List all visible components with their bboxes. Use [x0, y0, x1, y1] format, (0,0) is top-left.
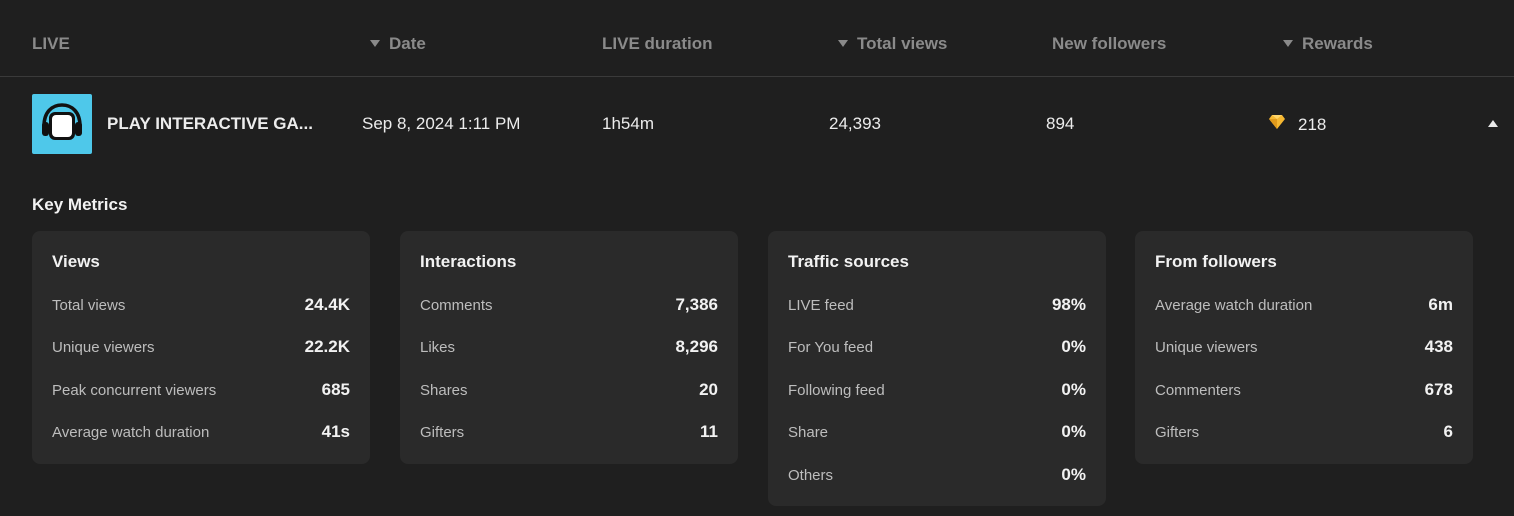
metric-value: 0%: [1061, 380, 1086, 399]
metric-value: 0%: [1061, 422, 1086, 441]
metric-value: 22.2K: [304, 337, 350, 356]
sort-down-icon[interactable]: [1283, 39, 1293, 47]
card-title: Traffic sources: [788, 252, 909, 271]
metric-label: Shares: [420, 381, 468, 399]
header-label: LIVE duration: [602, 34, 713, 53]
header-rewards[interactable]: Rewards: [1283, 34, 1373, 54]
metric-value: 0%: [1061, 465, 1086, 484]
metric-row: Share 0%: [788, 420, 1086, 444]
metric-row: Comments 7,386: [420, 293, 718, 317]
metric-label: LIVE feed: [788, 296, 854, 314]
live-new-followers: 894: [1046, 114, 1075, 133]
header-label[interactable]: Total views: [857, 34, 947, 54]
interactions-card: Interactions Comments 7,386 Likes 8,296 …: [400, 231, 738, 464]
metric-row: Commenters 678: [1155, 378, 1453, 402]
metric-row: Others 0%: [788, 463, 1086, 487]
metric-value: 438: [1424, 337, 1453, 356]
metric-label: Following feed: [788, 381, 885, 399]
metric-label: Unique viewers: [1155, 338, 1258, 356]
metric-label: Others: [788, 466, 834, 484]
header-total-views[interactable]: Total views: [838, 34, 947, 54]
metric-row: Shares 20: [420, 378, 718, 402]
table-header: LIVE Date LIVE duration Total views New …: [0, 0, 1514, 77]
from-followers-card: From followers Average watch duration 6m…: [1135, 231, 1473, 464]
header-new-followers: New followers: [1052, 34, 1166, 54]
card-title: Interactions: [420, 252, 517, 271]
metric-value: 678: [1424, 380, 1453, 399]
header-label[interactable]: Date: [389, 34, 426, 54]
chevron-up-icon[interactable]: [1488, 120, 1498, 127]
metric-label: Average watch duration: [1155, 296, 1313, 314]
metric-label: Gifters: [1155, 423, 1200, 441]
metric-value: 24.4K: [304, 295, 350, 314]
header-label: LIVE: [32, 34, 70, 53]
headphones-icon: [42, 103, 82, 140]
metric-value: 98%: [1051, 295, 1086, 314]
key-metrics-title: Key Metrics: [32, 195, 128, 214]
metric-label: Average watch duration: [52, 423, 210, 441]
metric-row: Gifters 6: [1155, 420, 1453, 444]
live-duration: 1h54m: [602, 114, 654, 133]
metric-row: Average watch duration 6m: [1155, 293, 1453, 317]
metric-label: Gifters: [420, 423, 465, 441]
live-session-row[interactable]: PLAY INTERACTIVE GA... Sep 8, 2024 1:11 …: [0, 78, 1514, 170]
metric-label: Share: [788, 423, 829, 441]
gem-icon: [1268, 114, 1286, 135]
metric-row: For You feed 0%: [788, 335, 1086, 359]
header-label: New followers: [1052, 34, 1167, 53]
live-date: Sep 8, 2024 1:11 PM: [362, 114, 521, 133]
metric-row: Unique viewers 438: [1155, 335, 1453, 359]
sort-down-icon[interactable]: [838, 39, 848, 47]
metric-value: 6: [1443, 422, 1453, 441]
metric-value: 8,296: [675, 337, 718, 356]
views-card: Views Total views 24.4K Unique viewers 2…: [32, 231, 370, 464]
live-rewards: 218: [1268, 114, 1326, 135]
card-title: From followers: [1155, 252, 1277, 271]
metric-value: 41s: [321, 422, 350, 441]
metric-value: 20: [699, 380, 718, 399]
metric-row: Likes 8,296: [420, 335, 718, 359]
metric-label: For You feed: [788, 338, 874, 356]
metric-label: Unique viewers: [52, 338, 155, 356]
metric-label: Peak concurrent viewers: [52, 381, 217, 399]
header-live-duration: LIVE duration: [602, 34, 713, 54]
metric-row: Following feed 0%: [788, 378, 1086, 402]
metric-value: 6m: [1428, 295, 1453, 314]
metric-row: Gifters 11: [420, 420, 718, 444]
rewards-value: 218: [1298, 114, 1327, 134]
metric-value: 11: [700, 422, 718, 441]
metric-value: 0%: [1061, 337, 1086, 356]
metric-label: Commenters: [1155, 381, 1241, 399]
traffic-sources-card: Traffic sources LIVE feed 98% For You fe…: [768, 231, 1106, 506]
header-label[interactable]: Rewards: [1302, 34, 1373, 54]
metric-row: Unique viewers 22.2K: [52, 335, 350, 359]
header-date[interactable]: Date: [370, 34, 426, 54]
live-title[interactable]: PLAY INTERACTIVE GA...: [107, 114, 313, 134]
live-thumbnail: [32, 94, 92, 154]
metric-label: Total views: [52, 296, 126, 314]
metric-label: Comments: [420, 296, 493, 314]
metric-label: Likes: [420, 338, 456, 356]
metric-row: LIVE feed 98%: [788, 293, 1086, 317]
sort-down-icon[interactable]: [370, 39, 380, 47]
live-total-views: 24,393: [829, 114, 881, 133]
card-title: Views: [52, 252, 100, 271]
metric-value: 7,386: [675, 295, 718, 314]
metric-row: Total views 24.4K: [52, 293, 350, 317]
metric-value: 685: [321, 380, 350, 399]
metric-row: Peak concurrent viewers 685: [52, 378, 350, 402]
metric-row: Average watch duration 41s: [52, 420, 350, 444]
header-live: LIVE: [32, 34, 70, 54]
